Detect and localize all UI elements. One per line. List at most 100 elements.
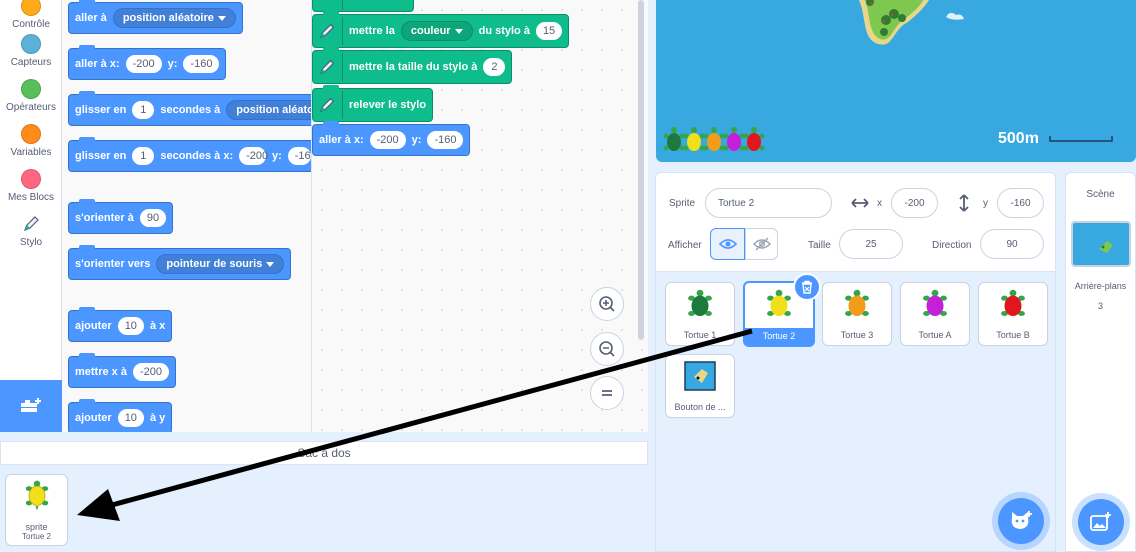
block-goto-random[interactable]: aller à position aléatoire — [68, 0, 243, 34]
x-input[interactable]: -200 — [369, 131, 406, 149]
dropdown-value: position aléatoire — [122, 12, 214, 24]
backpack-item[interactable]: sprite Tortue 2 — [5, 474, 68, 546]
block-change-x[interactable]: ajouter 10 à x — [68, 307, 173, 342]
size-input[interactable]: 25 — [839, 229, 903, 259]
block-text: glisser en — [75, 150, 127, 162]
x-input[interactable]: -200 — [125, 55, 162, 73]
hide-sprite-button[interactable] — [745, 228, 778, 260]
y-input[interactable]: -160 — [183, 55, 220, 73]
myblocks-dot — [21, 169, 41, 189]
category-control[interactable]: Contrôle — [0, 0, 62, 30]
sprite-tile-bouton[interactable]: Bouton de ... — [665, 354, 735, 418]
category-label: Variables — [10, 147, 52, 158]
block-text: y: — [411, 134, 422, 146]
block-text: glisser en — [75, 104, 127, 116]
change-y-input[interactable]: 10 — [117, 409, 144, 427]
sprite-tile-tortue-a[interactable]: Tortue A — [900, 282, 970, 346]
block-goto-xy-script[interactable]: aller à x: -200 y: -160 — [312, 121, 471, 156]
towards-dropdown[interactable]: pointeur de souris — [156, 254, 285, 274]
block-text: aller à x: — [319, 134, 364, 146]
block-set-pen-color[interactable]: mettre la couleur du stylo à 15 — [312, 11, 570, 48]
stage-scene — [663, 0, 1113, 151]
category-pen[interactable]: Stylo — [0, 214, 62, 248]
change-x-input[interactable]: 10 — [117, 317, 144, 335]
zoom-out-button[interactable] — [590, 332, 624, 366]
pen-size-input[interactable]: 2 — [483, 58, 506, 76]
stage-thumbnail-image — [1099, 241, 1113, 253]
set-x-input[interactable]: -200 — [132, 363, 170, 381]
category-variables[interactable]: Variables — [0, 124, 62, 158]
zoom-in-icon — [599, 296, 615, 312]
pen-color-input[interactable]: 15 — [535, 22, 563, 40]
pen-icon — [23, 216, 39, 232]
block-text: du stylo à — [478, 25, 530, 37]
block-change-y[interactable]: ajouter 10 à y — [68, 399, 173, 432]
dropdown-value: pointeur de souris — [166, 258, 263, 270]
y-position-input[interactable]: -160 — [997, 188, 1044, 218]
y-input[interactable]: -160 — [427, 131, 464, 149]
cat-add-icon — [1011, 511, 1032, 529]
block-goto-xy[interactable]: aller à x: -200 y: -160 — [68, 45, 227, 80]
sprite-name: Tortue A — [918, 330, 952, 340]
y-input[interactable]: -16 — [287, 147, 311, 165]
show-sprite-button[interactable] — [710, 228, 745, 260]
block-text: à x — [149, 320, 166, 332]
block-text: s'orienter à — [75, 212, 134, 224]
backdrops-label: Arrière-plans — [1074, 281, 1127, 291]
block-set-pen-size[interactable]: mettre la taille du stylo à 2 — [312, 47, 513, 84]
caret-down-icon — [266, 261, 275, 267]
stage-canvas[interactable]: 500m — [656, 0, 1136, 162]
block-glide-random[interactable]: glisser en 1 secondes à position aléatoi… — [68, 91, 311, 126]
image-add-icon — [1090, 512, 1111, 531]
sprite-tile-tortue-3[interactable]: Tortue 3 — [822, 282, 892, 346]
category-operators[interactable]: Opérateurs — [0, 79, 62, 113]
sprite-tile-tortue-1[interactable]: Tortue 1 — [665, 282, 735, 346]
block-set-x[interactable]: mettre x à -200 — [68, 353, 177, 388]
sprite-name: Tortue 3 — [840, 330, 874, 340]
pen-extension-icon — [315, 0, 343, 10]
script-area[interactable]: mettre la couleur du stylo à 15 mettre l… — [312, 0, 648, 432]
block-glide-xy[interactable]: glisser en 1 secondes à x: -200 y: -16 — [68, 137, 311, 172]
choose-sprite-button[interactable] — [998, 498, 1044, 544]
block-text: mettre x à — [75, 366, 127, 378]
secs-input[interactable]: 1 — [132, 147, 155, 165]
block-text: mettre la taille du stylo à — [349, 61, 478, 73]
caret-down-icon — [217, 15, 226, 21]
secs-input[interactable]: 1 — [132, 101, 155, 119]
position-dropdown[interactable]: position aléatoire — [112, 8, 236, 28]
stage-thumbnail[interactable] — [1071, 221, 1131, 267]
block-palette: aller à position aléatoire aller à x: -2… — [62, 0, 312, 432]
horizontal-arrows-icon — [851, 198, 869, 208]
category-label: Contrôle — [12, 19, 50, 30]
caret-down-icon — [454, 28, 463, 34]
turtle-sprite-icon — [845, 289, 869, 317]
block-pen-up[interactable]: relever le stylo — [312, 85, 434, 122]
delete-sprite-button[interactable] — [793, 273, 821, 301]
block-text: relever le stylo — [349, 99, 427, 111]
block-text: ajouter — [75, 320, 112, 332]
show-label: Afficher — [668, 240, 702, 251]
choose-backdrop-button[interactable] — [1078, 499, 1124, 545]
block-point-direction[interactable]: s'orienter à 90 — [68, 199, 174, 234]
direction-input[interactable]: 90 — [980, 229, 1044, 259]
backpack-header[interactable]: Sac à dos — [0, 441, 648, 465]
position-dropdown[interactable]: position aléatoire — [226, 100, 311, 120]
zoom-in-button[interactable] — [590, 287, 624, 321]
pen-extension-icon — [315, 17, 343, 45]
pen-extension-icon — [315, 91, 343, 119]
sprite-tile-tortue-b[interactable]: Tortue B — [978, 282, 1048, 346]
stage-panel[interactable]: Scène Arrière-plans 3 — [1065, 172, 1136, 552]
zoom-reset-button[interactable] — [590, 376, 624, 410]
button-sprite-icon — [684, 361, 716, 391]
turtle-sprite-icon — [767, 289, 791, 317]
block-point-towards[interactable]: s'orienter vers pointeur de souris — [68, 245, 292, 280]
x-position-input[interactable]: -200 — [891, 188, 938, 218]
category-myblocks[interactable]: Mes Blocs — [0, 169, 62, 203]
category-sensing[interactable]: Capteurs — [0, 34, 62, 68]
direction-input[interactable]: 90 — [139, 209, 167, 227]
x-input[interactable]: -200 — [239, 147, 268, 165]
pen-param-dropdown[interactable]: couleur — [400, 21, 473, 41]
script-scrollbar[interactable] — [638, 0, 644, 340]
add-extension-button[interactable] — [0, 380, 62, 432]
sprite-name-input[interactable]: Tortue 2 — [705, 188, 832, 218]
